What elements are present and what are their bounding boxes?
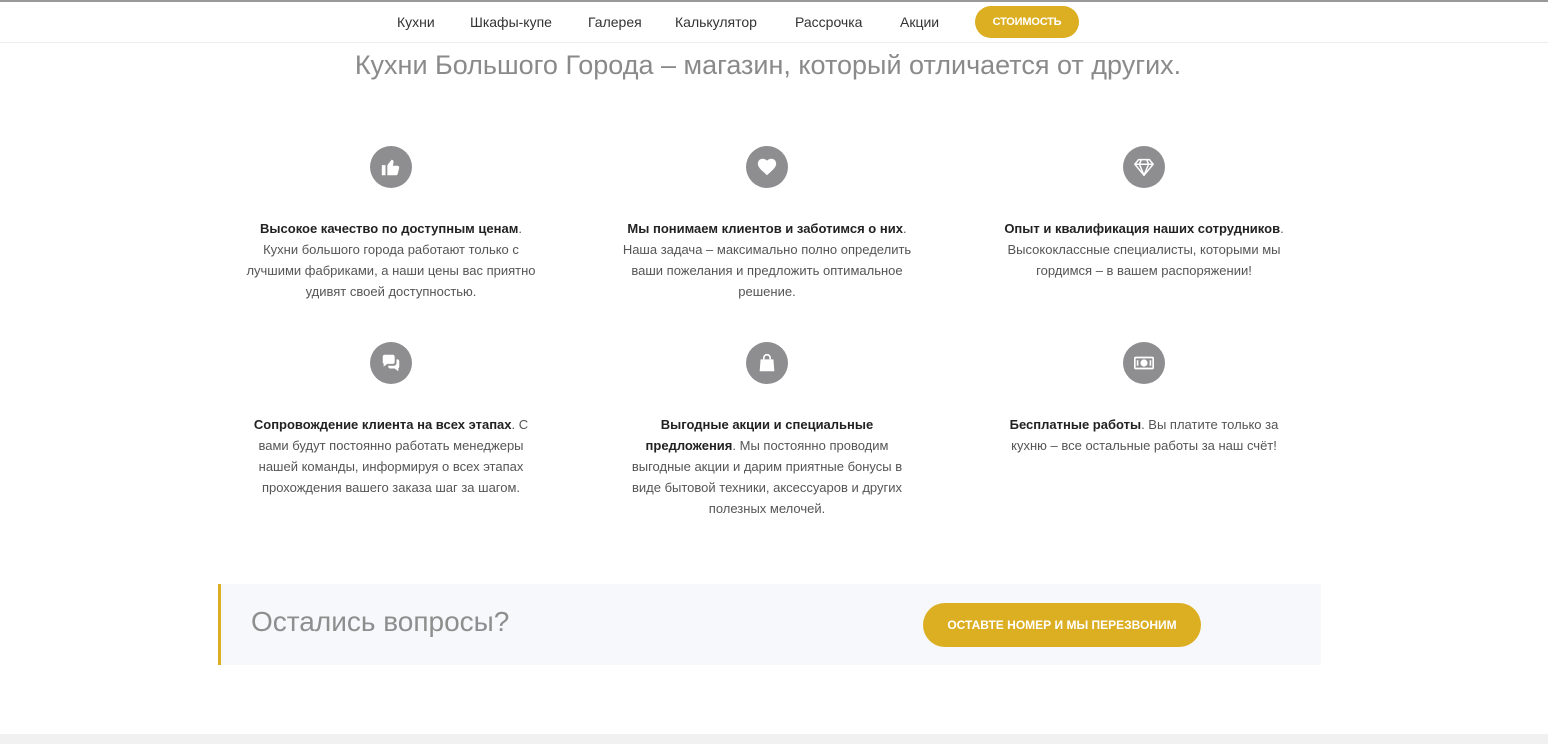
- page-headline: Кухни Большого Города – магазин, который…: [354, 50, 1182, 80]
- feature-promotions: Выгодные акции и специальные предложения…: [617, 342, 917, 522]
- footer-strip: [0, 734, 1548, 744]
- nav-item-calculator[interactable]: Калькулятор: [675, 13, 757, 31]
- diamond-icon: [1123, 146, 1165, 188]
- questions-title: Остались вопросы?: [251, 606, 510, 637]
- feature-title: Мы понимаем клиентов и заботимся о них: [627, 221, 903, 236]
- feature-experience: Опыт и квалификация наших сотрудников. В…: [994, 146, 1294, 306]
- price-button[interactable]: СТОИМОСТЬ: [975, 6, 1079, 38]
- callback-request-button[interactable]: ОСТАВТЕ НОМЕР И МЫ ПЕРЕЗВОНИМ: [923, 603, 1201, 647]
- heart-icon: [746, 146, 788, 188]
- feature-text: Сопровождение клиента на всех этапах. С …: [241, 414, 541, 498]
- feature-text: Выгодные акции и специальные предложения…: [617, 414, 917, 519]
- feature-support: Сопровождение клиента на всех этапах. С …: [241, 342, 541, 512]
- top-navigation: Кухни Шкафы-купе Галерея Калькулятор Рас…: [0, 2, 1548, 43]
- feature-text: Бесплатные работы. Вы платите только за …: [994, 414, 1294, 456]
- chat-bubbles-icon: [370, 342, 412, 384]
- nav-item-wardrobes[interactable]: Шкафы-купе: [470, 13, 552, 31]
- feature-text: Опыт и квалификация наших сотрудников. В…: [994, 218, 1294, 281]
- feature-title: Опыт и квалификация наших сотрудников: [1004, 221, 1281, 236]
- feature-title: Бесплатные работы: [1009, 417, 1142, 432]
- feature-quality: Высокое качество по доступным ценам. Кух…: [241, 146, 541, 306]
- feature-title: Сопровождение клиента на всех этапах: [253, 417, 512, 432]
- nav-item-promotions[interactable]: Акции: [900, 13, 939, 31]
- nav-item-kitchens[interactable]: Кухни: [397, 13, 435, 31]
- shopping-bag-icon: [746, 342, 788, 384]
- nav-item-gallery[interactable]: Галерея: [588, 13, 642, 31]
- nav-item-installments[interactable]: Рассрочка: [795, 13, 862, 31]
- questions-callout: Остались вопросы? ОСТАВТЕ НОМЕР И МЫ ПЕР…: [218, 584, 1321, 665]
- feature-text: Мы понимаем клиентов и заботимся о них. …: [617, 218, 917, 302]
- thumbs-up-icon: [370, 146, 412, 188]
- feature-care: Мы понимаем клиентов и заботимся о них. …: [617, 146, 917, 306]
- money-bill-icon: [1123, 342, 1165, 384]
- feature-text: Высокое качество по доступным ценам. Кух…: [241, 218, 541, 302]
- feature-free-works: Бесплатные работы. Вы платите только за …: [994, 342, 1294, 472]
- feature-title: Высокое качество по доступным ценам: [260, 221, 519, 236]
